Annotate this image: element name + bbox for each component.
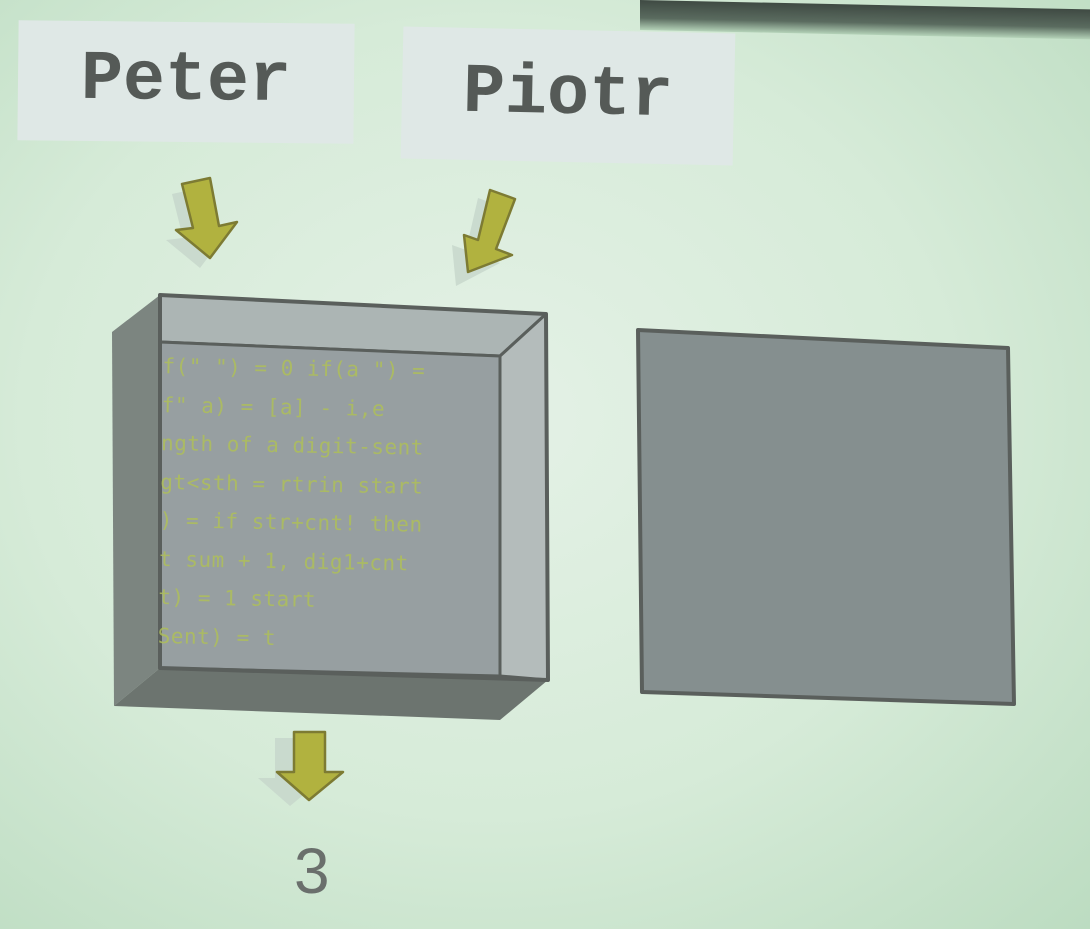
code-line: gt<sth = rtrin start bbox=[160, 469, 424, 499]
code-line: Sent) = t bbox=[157, 623, 277, 650]
code-line: ngth of a digit-sent bbox=[160, 431, 425, 460]
code-line: f(" ") = 0 if(a ") = bbox=[162, 354, 426, 383]
code-line: t) = 1 start bbox=[158, 585, 317, 612]
empty-box bbox=[636, 328, 1016, 706]
code-line: f" a) = [a] - i,e bbox=[161, 392, 386, 421]
code-line: ) = if str+cnt! then bbox=[159, 508, 423, 537]
slide: Peter Piotr f(" ") = 0 if(a ") = f" a) =… bbox=[0, 0, 1090, 929]
code-listing: f(" ") = 0 if(a ") = f" a) = [a] - i,e n… bbox=[157, 347, 498, 668]
output-value: 3 bbox=[294, 835, 330, 907]
code-line: t sum + 1, dig1+cnt bbox=[158, 546, 409, 575]
